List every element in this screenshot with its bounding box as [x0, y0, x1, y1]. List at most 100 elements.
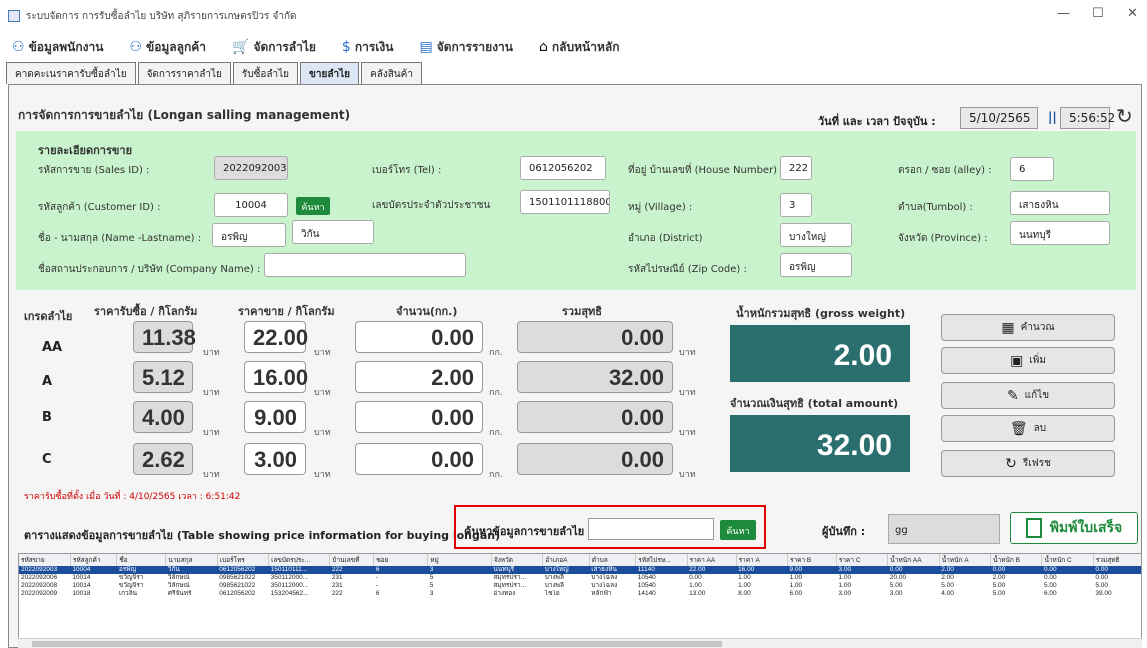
customer-search-button[interactable]: ค้นหา	[296, 197, 330, 215]
table-column-header[interactable]: ราคา C	[836, 554, 889, 566]
tab-warehouse[interactable]: คลังสินค้า	[361, 62, 422, 84]
table-cell: 2.00	[941, 574, 954, 581]
table-row[interactable]: 2022092008 10014 ขวัญจิรา วิลักษณ์ 098562102…	[19, 582, 1141, 590]
unit-kg: กก.	[489, 388, 503, 398]
tel-label: เบอร์โทร (Tel) :	[372, 165, 442, 176]
table-cell: 3.00	[889, 590, 903, 597]
menu-longan[interactable]: 🛒 จัดการลำไย	[232, 38, 316, 57]
tab-sell[interactable]: ขายลำไย	[300, 62, 359, 84]
total-amount-label: จำนวณเงินสุทธิ (total amount)	[730, 397, 899, 410]
table-column-header[interactable]: น้ำหนัก C	[1041, 554, 1094, 566]
qty-a[interactable]: 2.00	[355, 361, 483, 393]
print-receipt-button[interactable]: พิมพ์ใบเสร็จ	[1010, 512, 1138, 544]
table-column-header[interactable]: รหัสลูกค้า	[70, 554, 118, 566]
recorder-label: ผู้บันทึก :	[822, 525, 866, 538]
first-name-field[interactable]: อรพิญ	[212, 223, 286, 247]
menu-customer-label: ข้อมูลลูกค้า	[145, 39, 207, 54]
table-column-header[interactable]: เลขบัตรประ...	[268, 554, 331, 566]
table-column-header[interactable]: ราคา A	[736, 554, 788, 566]
sell-price-aa[interactable]: 22.00	[244, 321, 308, 353]
close-button[interactable]: ✕	[1127, 6, 1138, 21]
table-column-header[interactable]: นามสกุล	[165, 554, 218, 566]
edit-button[interactable]: ✎ แก้ไข	[941, 382, 1115, 409]
edit-icon: ✎	[1006, 387, 1019, 404]
refresh-time-icon[interactable]: ↻	[1116, 104, 1133, 128]
unit-baht: บาท	[314, 428, 331, 438]
delete-button[interactable]: 🗑 ลบ	[941, 415, 1115, 442]
menu-longan-label: จัดการลำไย	[253, 39, 316, 54]
table-column-header[interactable]: น้ำหนัก B	[990, 554, 1043, 566]
tab-estimate[interactable]: คาดคะเนราคารับซื้อลำไย	[6, 62, 136, 84]
search-button[interactable]: ค้นหา	[720, 520, 756, 540]
table-column-header[interactable]: เบอร์โทร	[217, 554, 270, 566]
district-field[interactable]: บางใหญ่	[780, 223, 852, 247]
calculate-button[interactable]: ▦ คำนวณ	[941, 314, 1115, 341]
table-column-header[interactable]: รหัสไปรษ...	[635, 554, 688, 566]
maximize-button[interactable]: ☐	[1092, 6, 1104, 21]
sell-price-b[interactable]: 9.00	[244, 401, 306, 433]
unit-baht: บาท	[679, 388, 696, 398]
table-column-header[interactable]: น้ำหนัก A	[939, 554, 992, 566]
menu-employee[interactable]: ⚇ ข้อมูลพนักงาน	[12, 38, 103, 57]
table-column-header[interactable]: อำเภอA	[542, 554, 590, 566]
search-label: ค้นหาข้อมูลการขายลำไย :	[464, 525, 593, 538]
menu-report[interactable]: ▤ จัดการรายงาน	[419, 38, 513, 57]
table-column-header[interactable]: รวมสุทธิ	[1093, 554, 1141, 566]
menu-home[interactable]: ⌂ กลับหน้าหลัก	[539, 38, 620, 57]
menu-finance[interactable]: $ การเงิน	[342, 38, 394, 57]
qty-aa[interactable]: 0.00	[355, 321, 483, 353]
sell-price-a[interactable]: 16.00	[244, 361, 308, 393]
table-column-header[interactable]: น้ำหนัก AA	[887, 554, 940, 566]
tab-buy[interactable]: รับซื้อลำไย	[232, 62, 299, 84]
tel-field[interactable]: 0612056202	[520, 156, 606, 180]
table-row[interactable]: 2022092003 10004 อรพิญ วิกัน 0612056202 15011…	[19, 566, 1141, 574]
customer-id-field[interactable]: 10004	[214, 193, 288, 217]
idcard-field[interactable]: 1501101118800	[520, 190, 610, 214]
zip-field[interactable]: อรพิญ	[780, 253, 852, 277]
company-field[interactable]	[264, 253, 466, 277]
table-cell: บางพลี	[544, 582, 564, 589]
table-column-header[interactable]: ราคา AA	[687, 554, 737, 566]
house-field[interactable]: 222	[780, 156, 812, 180]
qty-c[interactable]: 0.00	[355, 443, 483, 475]
table-column-header[interactable]: บ้านเลขที่	[329, 554, 375, 566]
sell-price-c[interactable]: 3.00	[244, 443, 306, 475]
village-field[interactable]: 3	[780, 193, 812, 217]
alley-field[interactable]: 6	[1010, 157, 1054, 181]
tab-manage-price[interactable]: จัดการราคาลำไย	[137, 62, 231, 84]
scrollbar-thumb[interactable]	[32, 641, 722, 647]
table-cell: 5.00	[941, 582, 954, 589]
table-title: ตารางแสดงข้อมูลการขายลำไย (Table showing…	[24, 529, 501, 542]
unit-baht: บาท	[203, 348, 220, 358]
table-column-header[interactable]: หมู่	[427, 554, 492, 566]
table-column-header[interactable]: รหัสขาย	[19, 554, 71, 566]
minimize-button[interactable]: —	[1057, 6, 1070, 21]
time-display: 5:56:52	[1060, 107, 1115, 129]
horizontal-scrollbar[interactable]	[18, 638, 1142, 648]
table-cell: -	[375, 574, 379, 581]
province-field[interactable]: นนทบุรี	[1010, 221, 1110, 245]
add-button[interactable]: ▣ เพิ่ม	[941, 347, 1115, 374]
grade-b: B	[42, 410, 52, 425]
table-column-header[interactable]: จังหวัด	[491, 554, 544, 566]
table-column-header[interactable]: ซอย	[373, 554, 429, 566]
table-column-header[interactable]: ตำบล	[589, 554, 637, 566]
sales-id-field[interactable]: 2022092003	[214, 156, 288, 180]
alley-label: ตรอก / ซอย (alley) :	[898, 165, 992, 176]
app-icon	[8, 10, 20, 22]
menu-customer[interactable]: ⚇ ข้อมูลลูกค้า	[129, 38, 206, 57]
table-row[interactable]: 2022092009 10018 เกวลิน ศรีจันทร์ 0612056202…	[19, 590, 1141, 598]
province-label: จังหวัด (Province) :	[898, 233, 988, 244]
table-column-header[interactable]: ราคา B	[787, 554, 837, 566]
table-cell: 10540	[637, 582, 656, 589]
search-input[interactable]	[588, 518, 714, 540]
report-icon: ▤	[419, 39, 433, 55]
qty-b[interactable]: 0.00	[355, 401, 483, 433]
tumbol-field[interactable]: เสาธงหิน	[1010, 191, 1110, 215]
refresh-button[interactable]: ↻ รีเฟรช	[941, 450, 1115, 477]
last-name-field[interactable]: วิกัน	[292, 220, 374, 244]
table-row[interactable]: 2022092006 10014 ขวัญจิรา วิลักษณ์ 098562102…	[19, 574, 1141, 582]
unit-baht: บาท	[679, 470, 696, 480]
sale-section-title: รายละเอียดการขาย	[38, 144, 133, 157]
table-column-header[interactable]: ชื่อ	[116, 554, 167, 566]
